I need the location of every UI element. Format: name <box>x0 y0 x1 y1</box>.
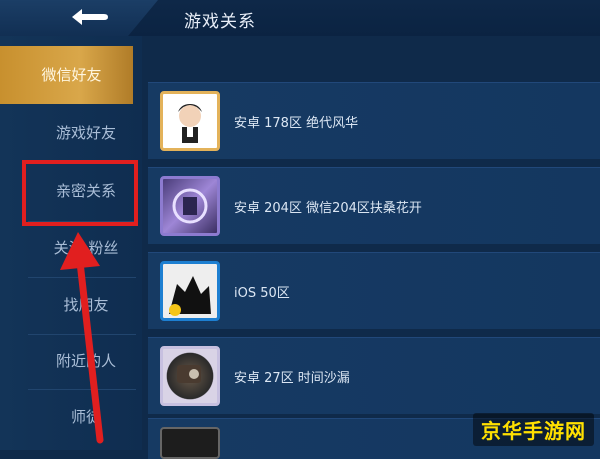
sidebar-item-label: 师徒 <box>70 408 101 426</box>
sidebar-item-nearby[interactable]: 附近的人 <box>20 332 138 390</box>
sidebar-item-wechat-friends[interactable]: 微信好友 <box>0 46 133 104</box>
avatar[interactable] <box>160 427 220 459</box>
avatar[interactable] <box>160 176 220 236</box>
sidebar-item-label: 关注 粉丝 <box>53 239 119 257</box>
annotation-highlight-box <box>22 160 138 226</box>
friend-server-name: 安卓 204区 微信204区扶桑花开 <box>234 201 422 216</box>
sidebar-item-label: 微信好友 <box>41 66 102 84</box>
list-item[interactable]: iOS 50区 <box>148 252 600 329</box>
sidebar-item-game-friends[interactable]: 游戏好友 <box>20 104 138 162</box>
friend-server-name: 安卓 178区 绝代风华 <box>234 116 359 131</box>
sidebar-item-label: 游戏好友 <box>55 124 116 142</box>
sidebar-item-mentorship[interactable]: 师徒 <box>20 388 138 446</box>
avatar[interactable] <box>160 91 220 151</box>
friend-list[interactable]: 安卓 178区 绝代风华 安卓 204区 微信204区扶桑花开 iOS 50区 <box>146 82 600 459</box>
sidebar-item-label: 附近的人 <box>55 352 116 370</box>
player-portrait-icon <box>163 264 217 318</box>
friend-server-name: iOS 50区 <box>234 286 290 301</box>
list-item[interactable]: 安卓 178区 绝代风华 <box>148 82 600 159</box>
list-item[interactable]: 安卓 204区 微信204区扶桑花开 <box>148 167 600 244</box>
back-button[interactable] <box>66 6 112 28</box>
player-portrait-icon <box>177 365 201 383</box>
header-bar: 游戏关系 <box>0 0 600 38</box>
player-portrait-icon <box>178 104 202 143</box>
sidebar-item-find-friends[interactable]: 找朋友 <box>20 276 138 334</box>
page-title: 游戏关系 <box>184 12 256 32</box>
list-item[interactable]: 安卓 27区 时间沙漏 <box>148 337 600 414</box>
avatar[interactable] <box>160 346 220 406</box>
friend-server-name: 安卓 27区 时间沙漏 <box>234 371 350 386</box>
watermark: 京华手游网 <box>473 413 594 446</box>
sidebar-item-follow-fans[interactable]: 关注 粉丝 <box>20 219 138 277</box>
avatar[interactable] <box>160 261 220 321</box>
player-portrait-icon <box>172 188 208 224</box>
back-arrow-icon <box>72 9 108 25</box>
sidebar-item-label: 找朋友 <box>63 296 109 314</box>
